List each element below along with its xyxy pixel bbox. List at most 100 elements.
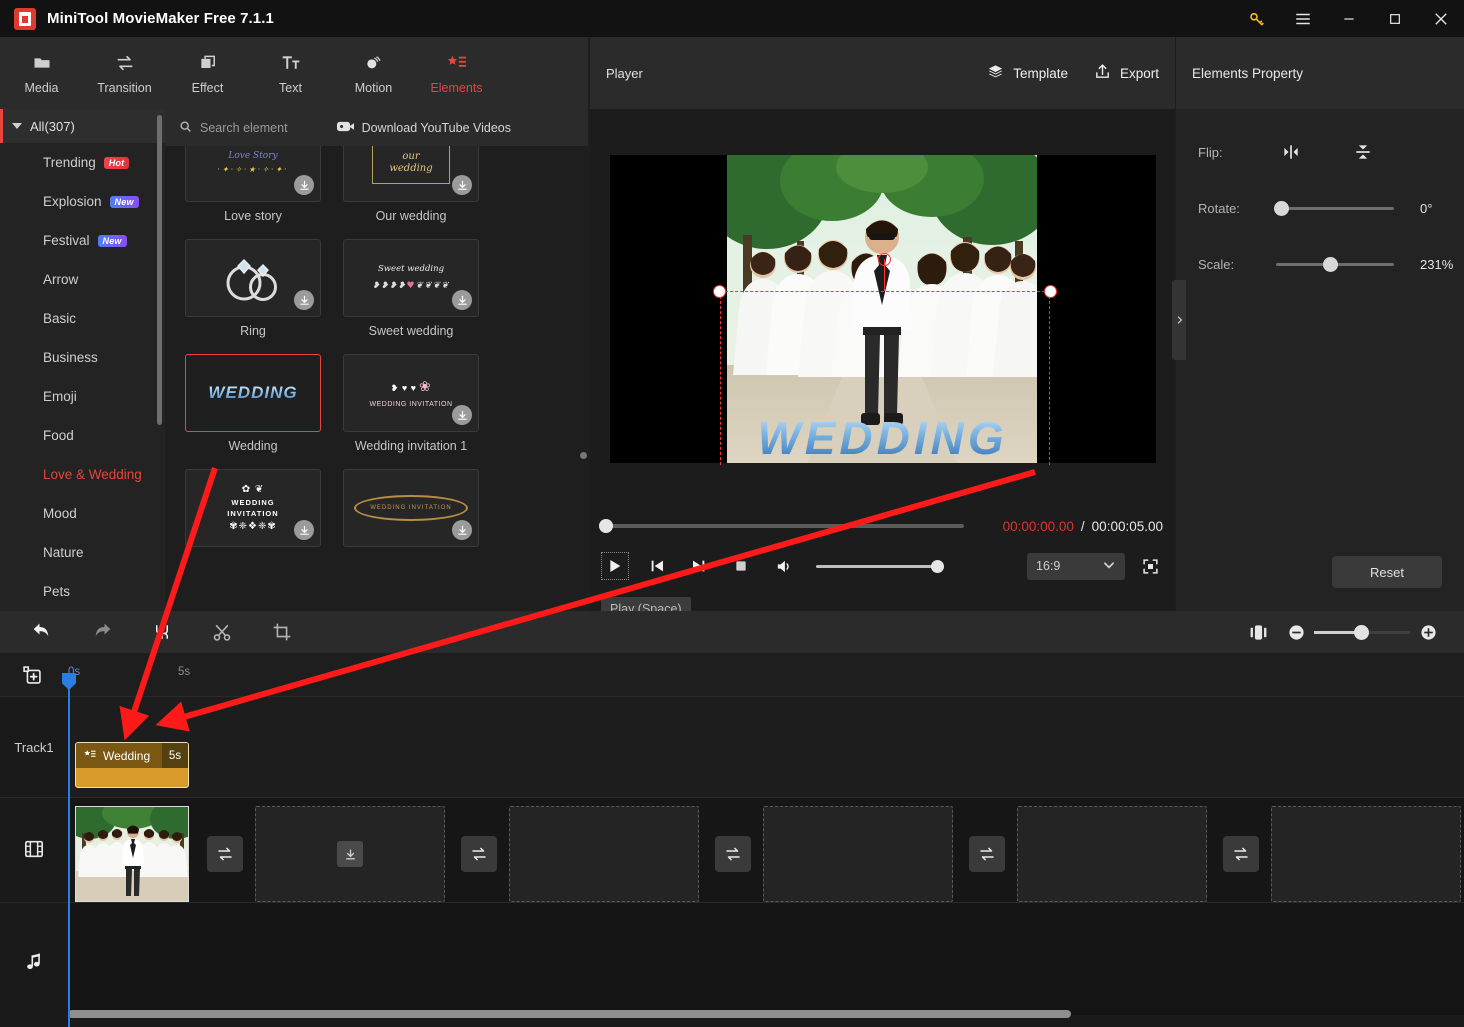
transition-arrows-icon[interactable] [207, 836, 243, 872]
tab-motion[interactable]: Motion [332, 37, 415, 109]
download-icon[interactable] [294, 520, 314, 540]
rotate-slider[interactable] [1274, 200, 1394, 216]
element-cell-our-wedding[interactable]: our wedding Our wedding [343, 146, 479, 223]
media-placeholder[interactable] [1017, 806, 1207, 902]
category-item-basic[interactable]: Basic [0, 299, 165, 338]
download-icon[interactable] [294, 175, 314, 195]
download-icon[interactable] [452, 405, 472, 425]
category-item-food[interactable]: Food [0, 416, 165, 455]
zoom-knob[interactable] [1354, 624, 1369, 640]
element-thumb[interactable]: ✿ ❦ WEDDING INVITATION ✾❈❖❈✾ [185, 469, 321, 547]
skip-previous-icon[interactable] [644, 553, 670, 579]
category-item-emoji[interactable]: Emoji [0, 377, 165, 416]
track-row-elements[interactable]: Wedding 5s [68, 697, 1464, 797]
tab-effect[interactable]: Effect [166, 37, 249, 109]
fullscreen-icon[interactable] [1137, 553, 1163, 579]
tab-media[interactable]: Media [0, 37, 83, 109]
track-row-audio[interactable] [68, 903, 1464, 1015]
playhead[interactable] [62, 673, 76, 1027]
element-thumb[interactable]: Love Story ·✦·✧·★·✧·✦· [185, 146, 321, 202]
transition-arrows-icon[interactable] [715, 836, 751, 872]
aspect-ratio-select[interactable]: 16:9 [1027, 552, 1125, 580]
category-item-business[interactable]: Business [0, 338, 165, 377]
play-icon[interactable] [601, 552, 629, 580]
element-clip-wedding[interactable]: Wedding 5s [75, 742, 189, 788]
timeline-horizontal-scrollbar[interactable] [68, 1010, 1071, 1018]
category-item-mood[interactable]: Mood [0, 494, 165, 533]
resize-handle-left[interactable] [712, 285, 726, 298]
element-thumb-selected[interactable]: WEDDING [185, 354, 321, 432]
resize-handle-right[interactable] [1043, 285, 1057, 298]
export-button[interactable]: Export [1094, 63, 1159, 83]
hamburger-menu-icon[interactable] [1280, 0, 1326, 37]
timeline-ruler[interactable]: 0s 5s [68, 653, 1464, 697]
reset-button[interactable]: Reset [1332, 556, 1442, 588]
zoom-slider[interactable] [1314, 624, 1410, 640]
volume-icon[interactable] [770, 553, 796, 579]
key-icon[interactable] [1234, 0, 1280, 37]
category-all[interactable]: All(307) [0, 109, 165, 143]
search-input[interactable]: Search element [165, 120, 288, 136]
category-item-festival[interactable]: Festival New [0, 221, 165, 260]
zoom-out-icon[interactable] [1278, 611, 1314, 653]
minimize-icon[interactable] [1326, 0, 1372, 37]
video-clip-thumbnail[interactable] [75, 806, 189, 902]
add-media-icon[interactable] [22, 665, 42, 690]
category-item-pets[interactable]: Pets [0, 572, 165, 611]
download-youtube-videos-button[interactable]: Download YouTube Videos [336, 120, 511, 136]
crop-icon[interactable] [252, 611, 312, 653]
undo-icon[interactable] [12, 611, 72, 653]
flip-vertical-icon[interactable] [1348, 140, 1378, 164]
rotate-knob[interactable] [1274, 200, 1289, 216]
transition-arrows-icon[interactable] [461, 836, 497, 872]
scissors-icon[interactable] [192, 611, 252, 653]
seek-knob[interactable] [599, 519, 613, 533]
element-thumb[interactable] [185, 239, 321, 317]
redo-icon[interactable] [72, 611, 132, 653]
track-row-video[interactable] [68, 797, 1464, 903]
flip-horizontal-icon[interactable] [1276, 140, 1306, 164]
split-icon[interactable] [132, 611, 192, 653]
transition-arrows-icon[interactable] [969, 836, 1005, 872]
element-cell-wedding-invitation-3[interactable]: WEDDING INVITATION [343, 469, 479, 554]
media-placeholder[interactable] [1271, 806, 1461, 902]
category-scrollbar[interactable] [157, 115, 162, 425]
element-cell-ring[interactable]: Ring [185, 239, 321, 338]
element-thumb[interactable]: Sweet wedding ❥❥❥❥♥❦❦❦❦ [343, 239, 479, 317]
skip-next-icon[interactable] [686, 553, 712, 579]
element-thumb[interactable]: ❥ ♥ ♥ ❀ WEDDING INVITATION [343, 354, 479, 432]
element-cell-love-story[interactable]: Love Story ·✦·✧·★·✧·✦· Love story [185, 146, 321, 223]
media-placeholder[interactable] [255, 806, 445, 902]
tab-text[interactable]: Text [249, 37, 332, 109]
category-item-trending[interactable]: Trending Hot [0, 143, 165, 182]
element-cell-sweet-wedding[interactable]: Sweet wedding ❥❥❥❥♥❦❦❦❦ Sweet wedding [343, 239, 479, 338]
download-icon[interactable] [452, 520, 472, 540]
volume-slider[interactable] [816, 559, 944, 573]
scale-knob[interactable] [1323, 256, 1338, 272]
download-icon[interactable] [452, 290, 472, 310]
scale-slider[interactable] [1276, 256, 1394, 272]
seek-slider[interactable] [599, 519, 964, 533]
element-cell-wedding-invitation-1[interactable]: ❥ ♥ ♥ ❀ WEDDING INVITATION Wedding invit… [343, 354, 479, 453]
element-thumb[interactable]: WEDDING INVITATION [343, 469, 479, 547]
fit-timeline-icon[interactable] [1238, 611, 1278, 653]
tab-elements[interactable]: Elements [415, 37, 498, 109]
download-icon[interactable] [452, 175, 472, 195]
stop-icon[interactable] [728, 553, 754, 579]
download-icon[interactable] [294, 290, 314, 310]
element-cell-wedding-invitation-2[interactable]: ✿ ❦ WEDDING INVITATION ✾❈❖❈✾ [185, 469, 321, 554]
panel-resize-handle[interactable] [580, 452, 587, 459]
rotate-handle[interactable] [877, 253, 891, 266]
preview-canvas[interactable]: WEDDING [609, 155, 1156, 465]
wedding-text-overlay[interactable]: WEDDING [610, 411, 1156, 465]
volume-knob[interactable] [931, 559, 944, 573]
close-icon[interactable] [1418, 0, 1464, 37]
category-item-nature[interactable]: Nature [0, 533, 165, 572]
template-button[interactable]: Template [987, 64, 1068, 83]
category-item-explosion[interactable]: Explosion New [0, 182, 165, 221]
transition-arrows-icon[interactable] [1223, 836, 1259, 872]
category-item-love-and-wedding[interactable]: Love & Wedding [0, 455, 165, 494]
element-cell-wedding[interactable]: WEDDING Wedding [185, 354, 321, 453]
chevron-right-icon[interactable] [1172, 280, 1186, 360]
tab-transition[interactable]: Transition [83, 37, 166, 109]
